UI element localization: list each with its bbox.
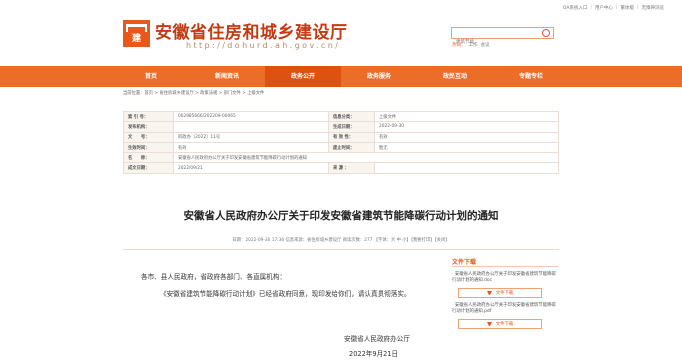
document-info-table: 索 引 号： 002985666/202209-00065 信息分类： 上级文件… — [123, 110, 559, 174]
info-label: 信息分类： — [328, 110, 375, 123]
nav-home[interactable]: 首页 — [113, 66, 189, 87]
top-link-oa[interactable]: OA系统入口 — [563, 5, 588, 11]
document-body: 《安徽省建筑节能降碳行动计划》已经省政府同意，现印发给你们，请认真贯彻落实。 — [160, 290, 411, 298]
info-value: 上级文件 — [374, 110, 559, 123]
search-box — [451, 27, 554, 48]
document-title: 安徽省人民政府办公厅关于印发安徽省建筑节能降碳行动计划的通知 — [183, 210, 499, 222]
download-file-name[interactable]: 安徽省人民政府办公厅关于印发安徽省建筑节能降碳行动计划的通知.doc — [452, 272, 556, 283]
info-value: 有效 — [374, 131, 559, 143]
download-button[interactable]: 文件下载 — [458, 288, 542, 298]
download-item: · 安徽省人民政府办公厅关于印发安徽省建筑节能降碳行动计划的通知.doc — [452, 272, 558, 284]
table-row: 成文日期： 2022/09/21 来 源 ： — [123, 162, 559, 174]
info-label: 名 称： — [123, 152, 174, 164]
download-file-name[interactable]: 安徽省人民政府办公厅关于印发安徽省建筑节能降碳行动计划的通知.pdf — [452, 303, 556, 314]
page: OA系统入口 | 用户中心 | 繁体版 | 无障碍浏览 建 安徽省住房和城乡建设厅 h… — [0, 0, 682, 362]
info-label: 废止时间： — [328, 141, 375, 154]
info-value: 安徽省人民政府办公厅关于印发安徽省建筑节能降碳行动计划的通知 — [173, 152, 559, 164]
site-logo[interactable]: 建 — [123, 20, 150, 47]
hot-word[interactable]: 工作 — [469, 42, 478, 48]
top-link-separator: | — [636, 5, 639, 10]
info-label: 有 效 性： — [328, 131, 375, 143]
bullet-icon: · — [452, 272, 454, 277]
download-button-label: 文件下载 — [495, 322, 514, 327]
top-link-user-center[interactable]: 用户中心 — [595, 5, 613, 11]
nav-news[interactable]: 新闻资讯 — [189, 66, 265, 87]
info-value — [374, 162, 559, 174]
site-header: OA系统入口 | 用户中心 | 繁体版 | 无障碍浏览 建 安徽省住房和城乡建设厅 h… — [0, 0, 682, 66]
hot-word[interactable]: 会议 — [481, 42, 490, 48]
download-button[interactable]: 文件下载 — [458, 319, 542, 329]
top-link-accessibility[interactable]: 无障碍浏览 — [642, 5, 665, 11]
site-url: http://dohurd.ah.gov.cn/ — [186, 41, 341, 50]
nav-interaction[interactable]: 政民互动 — [417, 66, 493, 87]
main-nav: 首页 新闻资讯 政务公开 政务服务 政民互动 专题专栏 — [0, 66, 682, 87]
info-value: 暂无 — [374, 141, 559, 154]
info-label: 生效时间： — [123, 141, 174, 154]
download-icon — [486, 321, 492, 327]
download-button-label: 文件下载 — [495, 291, 514, 296]
info-value: 有效 — [173, 141, 329, 154]
info-value: 皖政办〔2022〕11号 — [173, 131, 329, 143]
info-label: 成文日期： — [123, 162, 174, 174]
table-row: 索 引 号： 002985666/202209-00065 信息分类： 上级文件 — [123, 110, 559, 123]
info-value: 002985666/202209-00065 — [173, 110, 329, 123]
table-row: 发布机构： 生成日期： 2022-09-30 — [123, 121, 559, 133]
info-label: 发布机构： — [123, 121, 174, 133]
top-link-separator: | — [615, 5, 618, 10]
info-label: 生成日期： — [328, 121, 375, 133]
info-label: 索 引 号： — [123, 110, 174, 123]
download-icon — [486, 290, 492, 296]
document-signer: 安徽省人民政府办公厅 — [344, 335, 410, 343]
downloads-title: 文件下载 — [452, 257, 558, 267]
file-downloads: 文件下载 · 安徽省人民政府办公厅关于印发安徽省建筑节能降碳行动计划的通知.do… — [452, 257, 558, 329]
logo-roof-icon — [126, 24, 147, 32]
info-label: 来 源 ： — [328, 162, 375, 174]
table-row: 文 号： 皖政办〔2022〕11号 有 效 性： 有效 — [123, 131, 559, 143]
bullet-icon: · — [452, 303, 454, 308]
document-meta: 日期：2022-09-30 17:36 信息来源：省住房城乡建设厅 阅读次数：2… — [232, 238, 450, 243]
nav-government-affairs[interactable]: 政务公开 — [265, 66, 341, 87]
table-row: 名 称： 安徽省人民政府办公厅关于印发安徽省建筑节能降碳行动计划的通知 — [123, 152, 559, 164]
document-date: 2022年9月21日 — [349, 350, 399, 358]
info-value: 2022-09-30 — [374, 121, 559, 133]
search-icon[interactable] — [542, 29, 550, 37]
hot-words-label: 热词： — [452, 43, 466, 48]
nav-services[interactable]: 政务服务 — [341, 66, 417, 87]
info-value: 2022/09/21 — [173, 162, 329, 174]
divider — [123, 249, 559, 250]
site-title[interactable]: 安徽省住房和城乡建设厅 — [155, 18, 348, 43]
table-row: 生效时间： 有效 废止时间： 暂无 — [123, 141, 559, 154]
breadcrumb[interactable]: 当前位置：首页 > 省住房城乡建设厅 > 政策法规 > 部门文件 > 上级文件 — [123, 90, 264, 96]
top-link-traditional[interactable]: 繁体版 — [620, 5, 634, 11]
info-label: 文 号： — [123, 131, 174, 143]
logo-text: 建 — [131, 34, 141, 44]
hot-words: 热词： 工作 会议 — [452, 42, 490, 48]
top-links: OA系统入口 | 用户中心 | 繁体版 | 无障碍浏览 — [563, 5, 664, 11]
download-item: · 安徽省人民政府办公厅关于印发安徽省建筑节能降碳行动计划的通知.pdf — [452, 303, 558, 315]
top-link-separator: | — [590, 5, 592, 10]
info-value — [173, 121, 329, 133]
document-salutation: 各市、县人民政府，省政府各部门、各直属机构： — [141, 273, 287, 281]
nav-special-topics[interactable]: 专题专栏 — [493, 66, 569, 87]
